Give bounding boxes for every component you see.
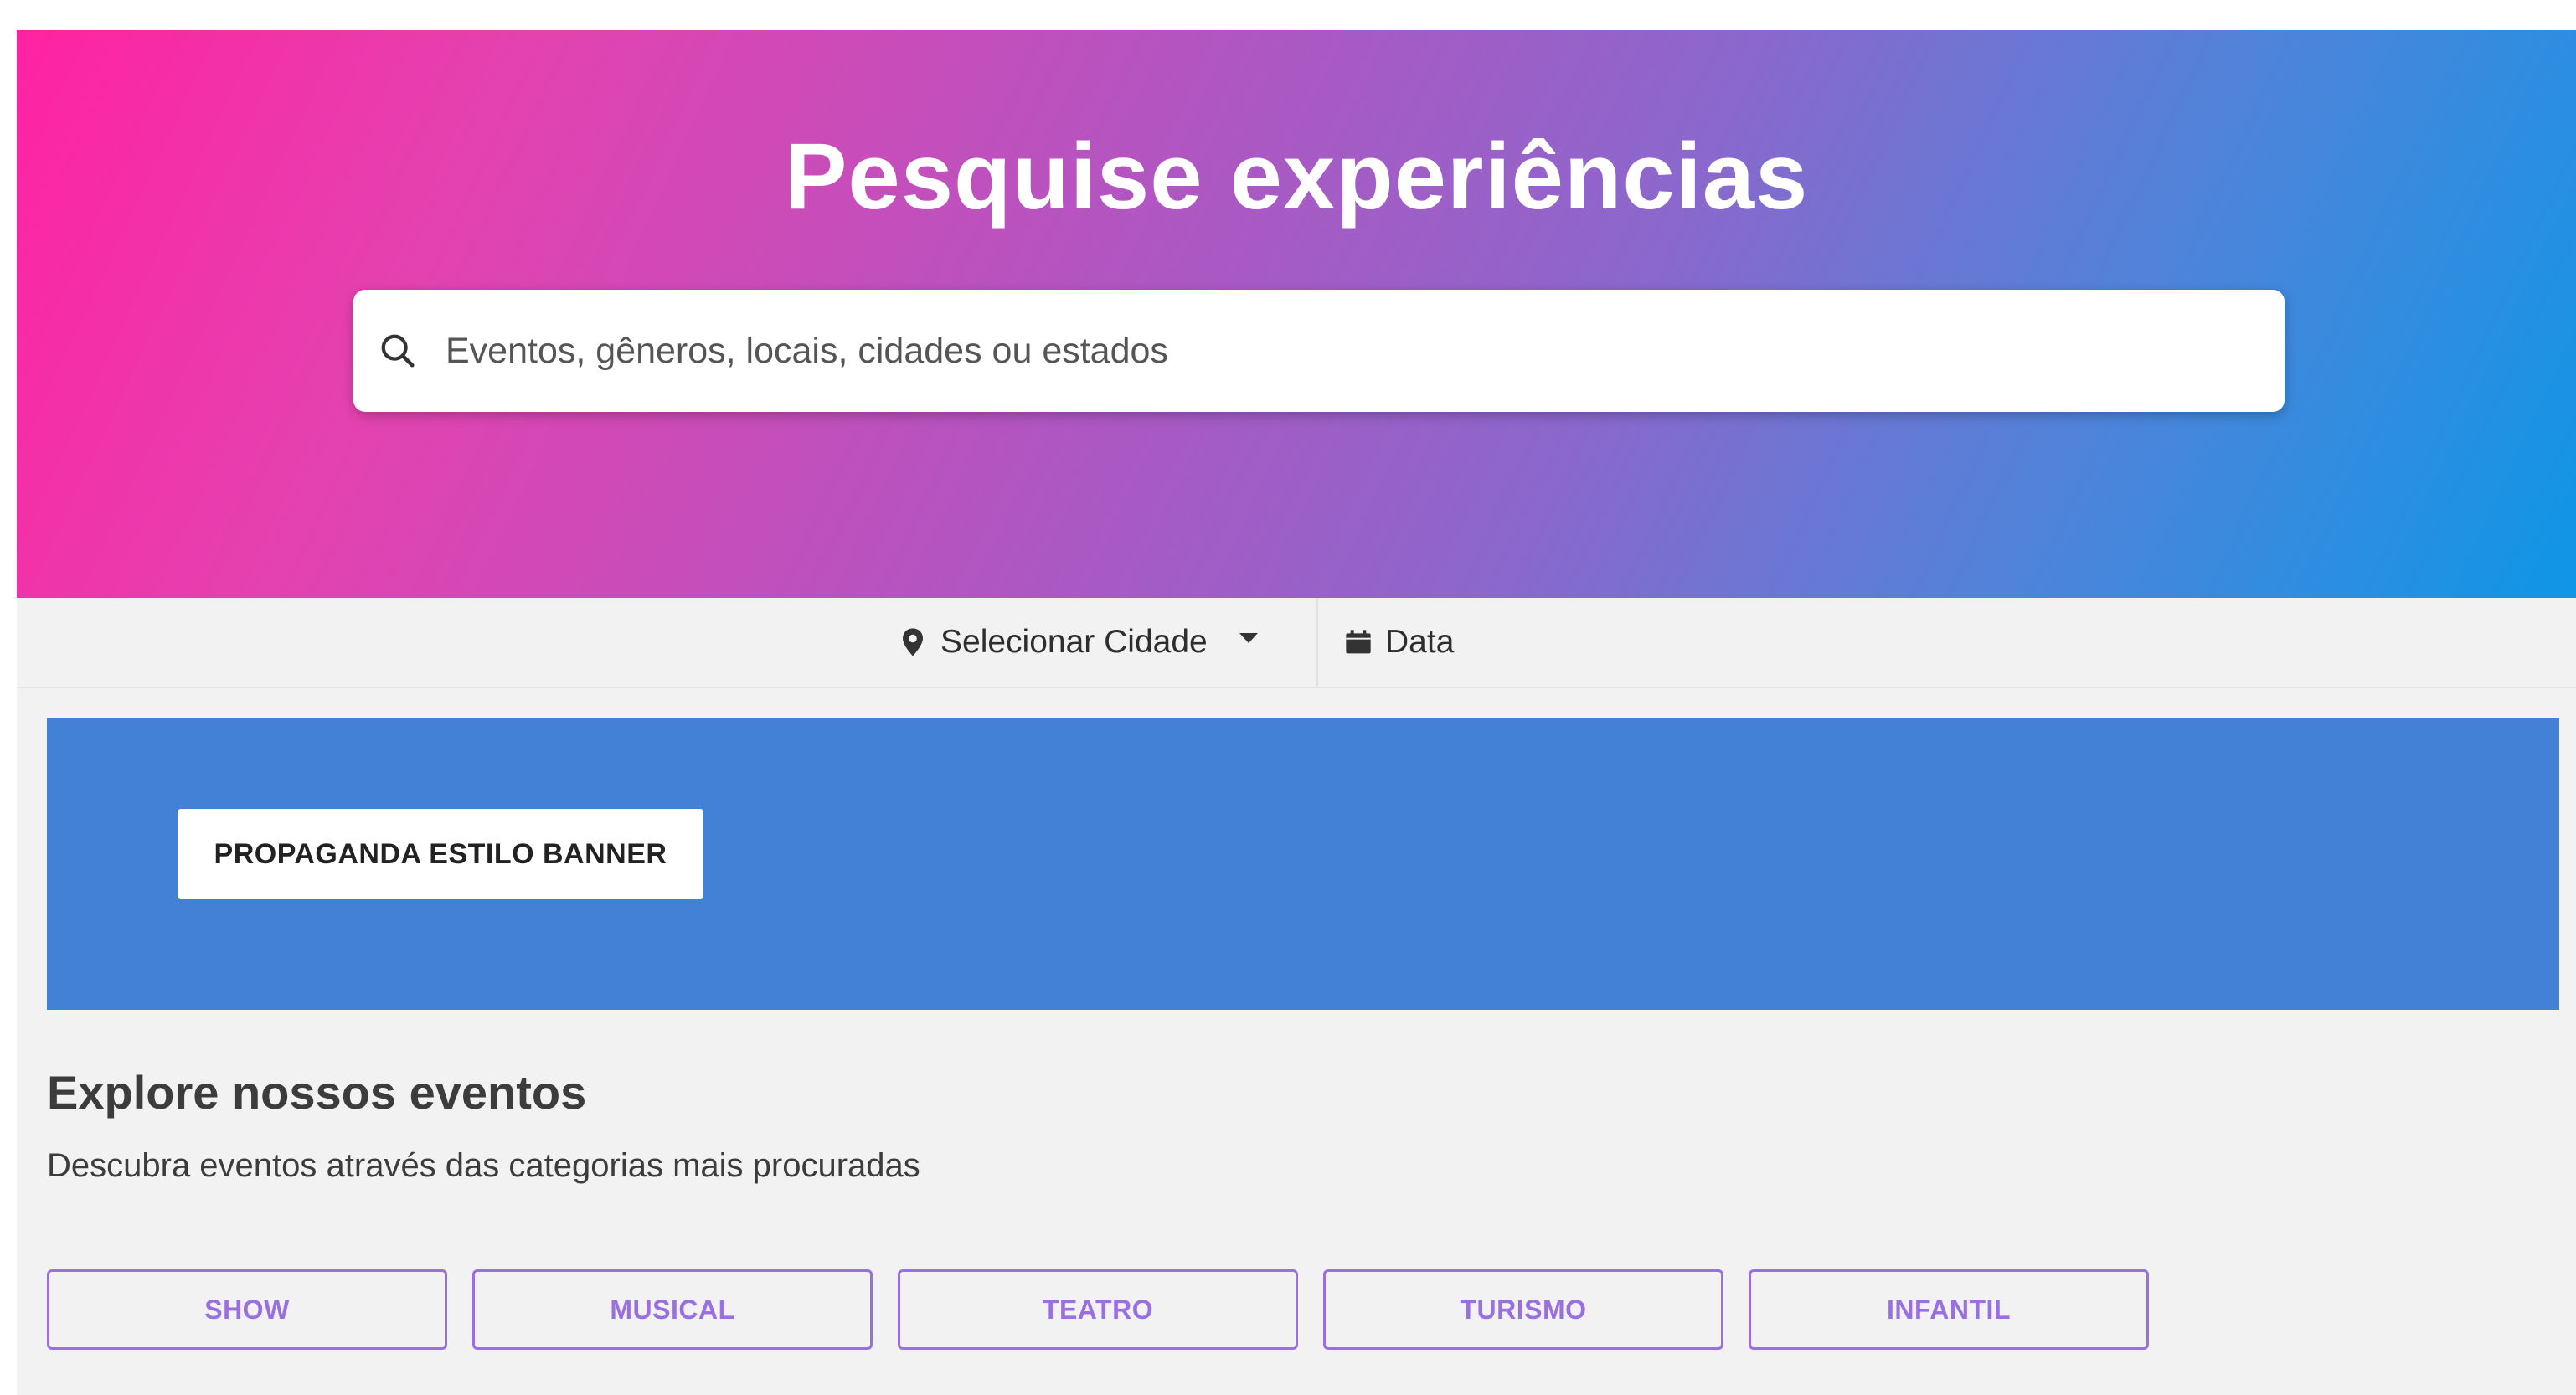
date-select-label: Data — [1385, 624, 1455, 660]
filter-bar: Selecionar Cidade Data — [17, 598, 2576, 688]
page: Pesquise experiências Selecionar Cidade — [17, 30, 2576, 1395]
map-pin-icon — [903, 628, 923, 656]
category-turismo-button[interactable]: TURISMO — [1323, 1269, 1723, 1350]
category-infantil-button[interactable]: INFANTIL — [1749, 1269, 2149, 1350]
hero-title: Pesquise experiências — [784, 124, 1809, 229]
city-select-label: Selecionar Cidade — [940, 624, 1208, 660]
ad-banner: PROPAGANDA ESTILO BANNER — [47, 718, 2559, 1010]
category-buttons: SHOW MUSICAL TEATRO TURISMO INFANTIL — [47, 1269, 2149, 1350]
caret-down-icon — [1239, 633, 1258, 643]
category-show-button[interactable]: SHOW — [47, 1269, 447, 1350]
banner-ad-button[interactable]: PROPAGANDA ESTILO BANNER — [178, 809, 703, 899]
search-input[interactable] — [446, 290, 2246, 412]
date-select[interactable]: Data — [1335, 598, 1586, 687]
city-select-dropdown[interactable]: Selecionar Cidade — [884, 598, 1336, 687]
category-musical-button[interactable]: MUSICAL — [472, 1269, 873, 1350]
filter-divider — [1316, 598, 1318, 687]
explore-subtitle: Descubra eventos através das categorias … — [47, 1147, 920, 1184]
calendar-icon — [1346, 630, 1371, 654]
category-teatro-button[interactable]: TEATRO — [898, 1269, 1298, 1350]
search-box[interactable] — [353, 290, 2285, 412]
search-icon — [381, 334, 415, 368]
hero-section: Pesquise experiências — [17, 30, 2576, 598]
explore-title: Explore nossos eventos — [47, 1066, 587, 1119]
